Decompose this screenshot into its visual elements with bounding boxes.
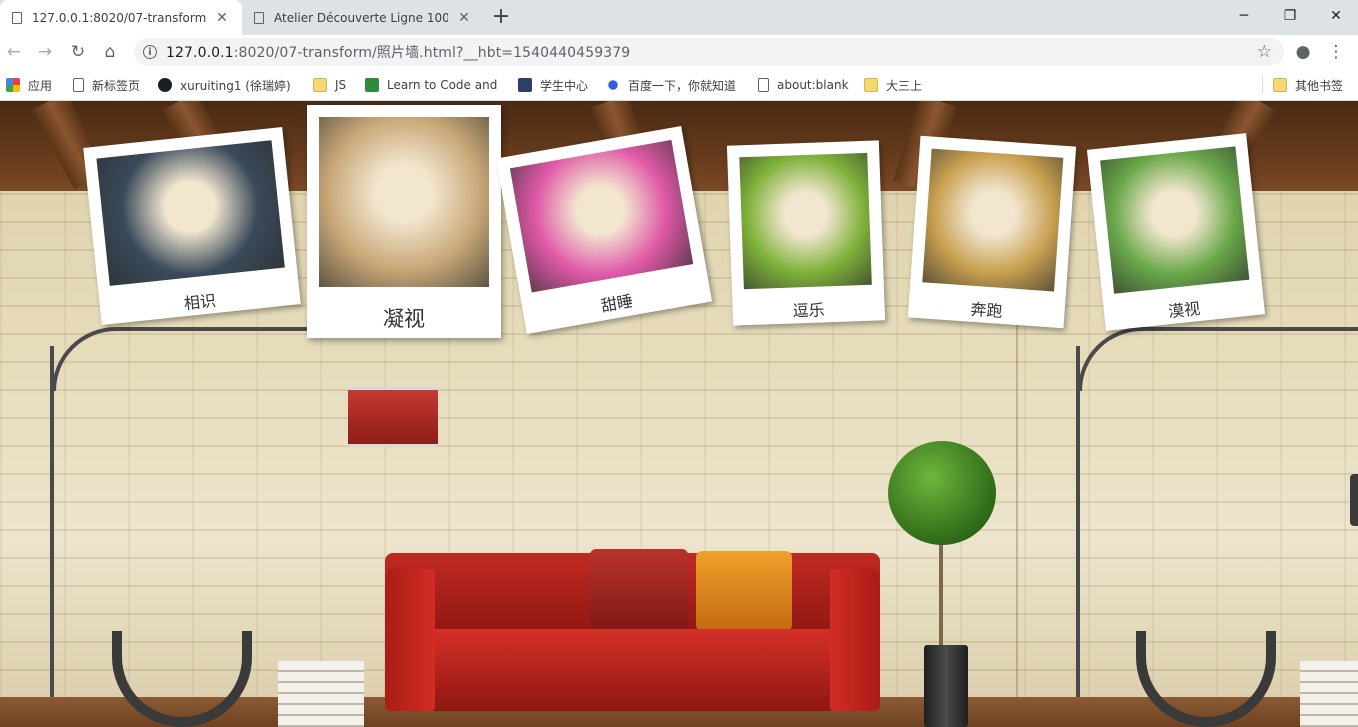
photo-card[interactable]: 漠视 <box>1086 133 1266 331</box>
photo-image <box>922 148 1064 292</box>
bookmark-label: 百度一下，你就知道 <box>628 78 737 93</box>
fcc-icon <box>365 78 379 92</box>
photo-card[interactable]: 奔跑 <box>907 135 1077 329</box>
photo-caption: 漠视 <box>1167 298 1202 322</box>
folder-icon <box>1273 78 1287 92</box>
page-icon <box>12 11 22 24</box>
photo-caption: 奔跑 <box>969 299 1004 321</box>
scrollbar-thumb[interactable] <box>1350 474 1358 526</box>
folder-icon <box>864 78 878 92</box>
photo-card[interactable]: 凝视 <box>307 105 501 338</box>
bookmark-about-blank[interactable]: about:blank <box>758 76 849 94</box>
bookmark-label: 学生中心 <box>540 78 589 93</box>
close-icon[interactable]: ✕ <box>214 10 230 26</box>
bookmark-label: 应用 <box>28 78 53 93</box>
floor-lamp-right <box>1076 346 1080 716</box>
pillow <box>696 551 792 631</box>
bookmark-student[interactable]: 学生中心 <box>518 76 588 94</box>
bookmark-github[interactable]: xuruiting1 (徐瑞婷) <box>158 76 291 94</box>
plant-pot <box>924 645 968 727</box>
bookmark-label: Learn to Code and <box>387 78 498 92</box>
photo-image <box>319 117 489 287</box>
bookmark-label: 大三上 <box>886 78 923 93</box>
tab-title: Atelier Découverte Ligne 100 <box>274 10 448 25</box>
bookmark-other[interactable]: 其他书签 <box>1273 76 1343 94</box>
minimize-button[interactable]: ─ <box>1224 4 1264 28</box>
photo-caption: 凝视 <box>383 307 425 331</box>
tab-active[interactable]: 127.0.0.1:8020/07-transform/照 ✕ <box>0 0 242 35</box>
photo-image <box>1100 146 1250 294</box>
star-icon[interactable]: ☆ <box>1257 42 1272 62</box>
home-button[interactable]: ⌂ <box>98 40 122 64</box>
photo-card[interactable]: 相识 <box>83 127 301 325</box>
photo-card[interactable]: 甜睡 <box>495 126 713 334</box>
tab-title: 127.0.0.1:8020/07-transform/照 <box>32 11 206 25</box>
bookmark-label: 其他书签 <box>1295 78 1344 93</box>
bookmark-fcc[interactable]: Learn to Code and <box>365 76 497 94</box>
baidu-icon <box>606 78 620 92</box>
photo-image <box>509 139 694 293</box>
lamp-shade <box>348 387 438 447</box>
book-stack-right <box>1300 661 1358 727</box>
menu-icon[interactable]: ⋮ <box>1324 40 1348 64</box>
url-text[interactable]: 127.0.0.1:8020/07-transform/照片墙.html?__h… <box>166 42 630 62</box>
toolbar: ← → ↻ ⌂ i 127.0.0.1:8020/07-transform/照片… <box>0 35 1358 68</box>
sofa-seat <box>400 629 870 711</box>
reload-button[interactable]: ↻ <box>66 40 90 64</box>
bookmark-divider <box>1262 76 1263 94</box>
page-icon <box>758 78 769 92</box>
page-icon <box>73 78 84 92</box>
sofa-arm <box>830 569 880 711</box>
account-icon[interactable]: ● <box>1291 40 1315 64</box>
address-bar[interactable]: i 127.0.0.1:8020/07-transform/照片墙.html?_… <box>134 38 1284 66</box>
site-icon <box>518 78 532 92</box>
bookmark-baidu[interactable]: 百度一下，你就知道 <box>606 76 736 94</box>
page-icon <box>254 11 264 24</box>
photo-card[interactable]: 逗乐 <box>726 140 886 326</box>
bookmark-label: 新标签页 <box>92 78 141 93</box>
pillow <box>590 549 688 631</box>
info-icon[interactable]: i <box>143 45 157 59</box>
url-path: :8020/07-transform/照片墙.html?__hbt=154044… <box>233 45 631 61</box>
bookmark-label: xuruiting1 (徐瑞婷) <box>180 78 291 93</box>
apps-icon <box>6 78 20 92</box>
bookmark-junior[interactable]: 大三上 <box>864 76 922 94</box>
close-icon[interactable]: ✕ <box>456 10 472 26</box>
photo-caption: 相识 <box>183 290 217 314</box>
sofa-arm <box>385 569 435 711</box>
tab-strip: 127.0.0.1:8020/07-transform/照 ✕ Atelier … <box>0 0 1358 35</box>
github-icon <box>158 78 172 92</box>
bookmark-js[interactable]: JS <box>313 76 346 94</box>
bookmark-label: JS <box>335 78 347 92</box>
plant-stem <box>939 541 943 651</box>
bookmark-label: about:blank <box>777 78 849 92</box>
floor-lamp-arm-right <box>1078 327 1358 391</box>
url-host: 127.0.0.1 <box>166 45 234 61</box>
back-button[interactable]: ← <box>2 40 26 64</box>
new-tab-button[interactable]: + <box>490 5 512 29</box>
bookmarks-bar: 应用 新标签页 xuruiting1 (徐瑞婷) JS Learn to Cod… <box>0 68 1358 101</box>
potted-plant <box>888 441 996 545</box>
floor-lamp <box>50 346 54 716</box>
maximize-button[interactable]: ❐ <box>1270 4 1310 28</box>
forward-button[interactable]: → <box>33 40 57 64</box>
bookmark-apps[interactable]: 应用 <box>6 76 52 94</box>
window-close-button[interactable]: ✕ <box>1316 4 1356 28</box>
bookmark-newtab[interactable]: 新标签页 <box>73 76 140 94</box>
photo-caption: 逗乐 <box>792 300 826 321</box>
folder-icon <box>313 78 327 92</box>
photo-image <box>739 152 872 290</box>
tab-inactive[interactable]: Atelier Découverte Ligne 100 ✕ <box>242 0 480 35</box>
book-stack <box>278 661 364 727</box>
photo-image <box>96 140 285 286</box>
photo-wall-page: 相识 凝视 甜睡 逗乐 奔跑 漠视 <box>0 101 1358 727</box>
